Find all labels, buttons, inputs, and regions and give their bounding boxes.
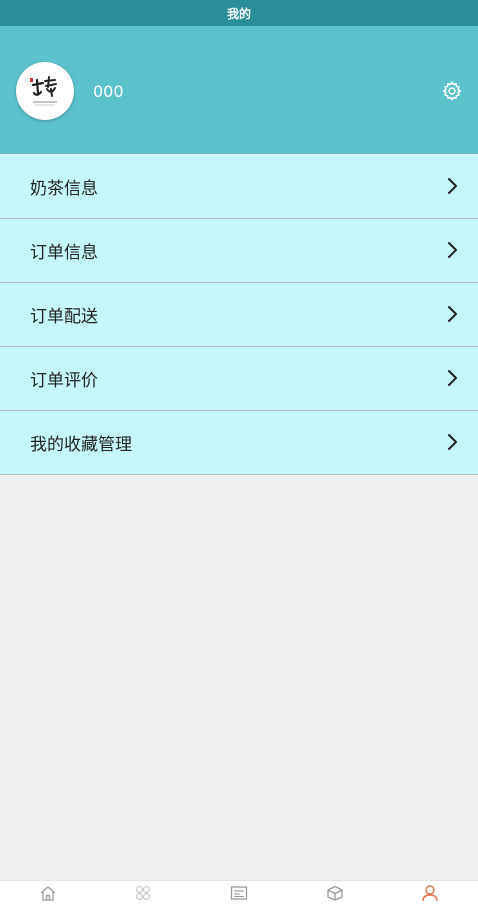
- menu-item-order-delivery[interactable]: 订单配送: [0, 283, 478, 347]
- tab-news[interactable]: [191, 881, 287, 904]
- tab-bar: [0, 880, 478, 904]
- menu-item-label: 我的收藏管理: [30, 435, 132, 455]
- grid-icon: [136, 885, 151, 900]
- status-bar: 我的: [0, 0, 478, 26]
- menu-list: 奶茶信息 订单信息 订单配送 订单评价 我的收藏管理: [0, 155, 478, 475]
- tab-home[interactable]: [0, 881, 96, 904]
- menu-item-milk-tea-info[interactable]: 奶茶信息: [0, 155, 478, 219]
- menu-item-order-info[interactable]: 订单信息: [0, 219, 478, 283]
- menu-item-label: 订单配送: [30, 307, 98, 327]
- menu-item-label: 奶茶信息: [30, 179, 98, 199]
- tab-box[interactable]: [287, 881, 383, 904]
- settings-button[interactable]: [440, 79, 464, 103]
- news-icon: [230, 885, 248, 900]
- tab-grid[interactable]: [96, 881, 192, 904]
- tab-profile[interactable]: [382, 881, 478, 904]
- user-icon: [422, 884, 438, 901]
- chevron-right-icon: [448, 370, 457, 386]
- menu-item-favorites[interactable]: 我的收藏管理: [0, 411, 478, 475]
- chevron-right-icon: [448, 434, 457, 450]
- profile-header: 000: [0, 26, 478, 154]
- home-icon: [40, 885, 56, 901]
- username: 000: [93, 82, 124, 101]
- page-title: 我的: [226, 6, 251, 21]
- box-icon: [326, 885, 343, 901]
- menu-item-order-review[interactable]: 订单评价: [0, 347, 478, 411]
- chevron-right-icon: [448, 306, 457, 322]
- chevron-right-icon: [448, 178, 457, 194]
- gear-icon: [442, 81, 462, 101]
- menu-item-label: 订单评价: [30, 371, 98, 391]
- avatar[interactable]: [16, 62, 74, 120]
- chevron-right-icon: [448, 242, 457, 258]
- menu-item-label: 订单信息: [30, 243, 98, 263]
- brand-logo-icon: [30, 76, 57, 106]
